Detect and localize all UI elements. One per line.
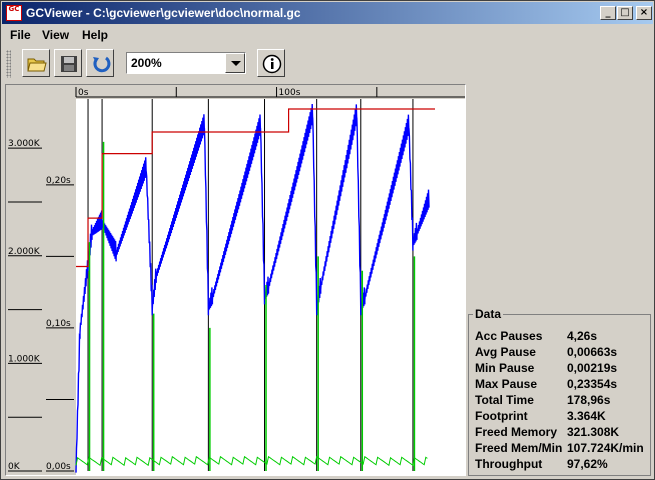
- pause-tick-label: 0,10s: [46, 319, 71, 329]
- floppy-disk-icon: [61, 56, 77, 72]
- memory-tick-label: 0K: [8, 462, 21, 472]
- data-row-label: Total Time: [475, 393, 534, 407]
- data-row-label: Footprint: [475, 409, 528, 423]
- menu-help[interactable]: Help: [82, 28, 108, 42]
- gc-chart[interactable]: 0s 100s 3.000K 2.000K 1.000K 0K 0,20s 0,10s 0,…: [6, 85, 465, 475]
- data-row-value: 4,26s: [567, 329, 598, 343]
- pause-tick-label: 0,00s: [46, 462, 71, 472]
- menu-view[interactable]: View: [42, 28, 69, 42]
- maximize-button[interactable]: □: [617, 6, 633, 20]
- menu-bar: File View Help: [2, 25, 653, 45]
- close-button[interactable]: ×: [636, 6, 652, 20]
- memory-tick-label: 1.000K: [8, 354, 41, 364]
- open-file-button[interactable]: [22, 49, 50, 77]
- toolbar-grip[interactable]: [6, 50, 11, 78]
- data-row-value: 0,00219s: [567, 361, 618, 375]
- reload-button[interactable]: [86, 49, 114, 77]
- data-row-label: Throughput: [475, 457, 543, 471]
- time-tick-label: 100s: [279, 88, 301, 98]
- menu-file[interactable]: File: [10, 28, 31, 42]
- pause-tick-label: 0,20s: [46, 176, 71, 186]
- data-row-value: 0,23354s: [567, 377, 618, 391]
- data-row-value: 178,96s: [567, 393, 611, 407]
- toolbar: 200%: [2, 46, 653, 82]
- memory-tick-label: 3.000K: [8, 139, 41, 149]
- reload-arrow-icon: [93, 56, 111, 73]
- data-row-value: 3.364K: [567, 409, 606, 423]
- plot-area: [76, 99, 465, 475]
- data-row-label: Min Pause: [475, 361, 535, 375]
- data-row-label: Freed Memory: [475, 425, 558, 439]
- data-row-label: Max Pause: [475, 377, 538, 391]
- folder-open-icon: [27, 58, 47, 72]
- zoom-combo[interactable]: 200%: [126, 52, 246, 74]
- time-tick-label: 0s: [78, 88, 89, 98]
- data-row-value: 321.308K: [567, 425, 620, 439]
- data-row-value: 107.724K/min: [567, 441, 644, 455]
- data-row-value: 0,00663s: [567, 345, 618, 359]
- data-panel: Data Acc Pauses 4,26s Avg Pause 0,00663s Min…: [468, 307, 651, 476]
- gcviewer-window: GC GCViewer - C:\gcviewer\gcviewer\doc\n…: [0, 0, 655, 480]
- data-row-label: Avg Pause: [475, 345, 536, 359]
- info-icon: [262, 54, 282, 74]
- data-panel-title: Data: [473, 307, 504, 321]
- zoom-value: 200%: [131, 56, 162, 70]
- about-button[interactable]: [257, 49, 285, 77]
- chevron-down-icon[interactable]: [225, 53, 245, 73]
- gcviewer-app-icon: GC: [6, 5, 22, 21]
- memory-tick-label: 2.000K: [8, 247, 41, 257]
- data-row-label: Freed Mem/Min: [475, 441, 563, 455]
- title-bar[interactable]: GC GCViewer - C:\gcviewer\gcviewer\doc\n…: [2, 2, 653, 24]
- data-row-label: Acc Pauses: [475, 329, 543, 343]
- data-row-value: 97,62%: [567, 457, 608, 471]
- save-button[interactable]: [54, 49, 82, 77]
- minimize-button[interactable]: _: [600, 6, 616, 20]
- window-title: GCViewer - C:\gcviewer\gcviewer\doc\norm…: [26, 6, 301, 20]
